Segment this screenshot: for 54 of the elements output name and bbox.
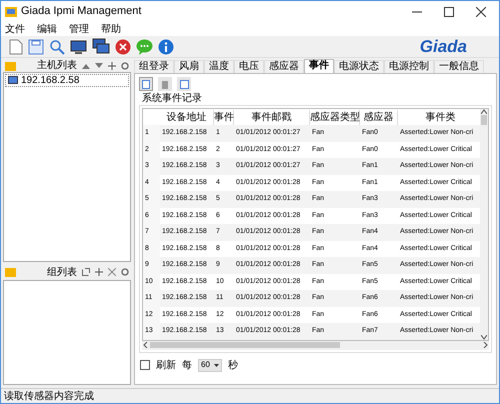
tab[interactable]: 电源状态 bbox=[334, 60, 384, 73]
panel-title: 组列表 bbox=[47, 266, 77, 280]
scroll-left-icon[interactable] bbox=[142, 342, 150, 348]
folder-icon bbox=[5, 60, 16, 70]
new-file-icon[interactable] bbox=[9, 38, 23, 54]
add-icon[interactable] bbox=[95, 268, 103, 276]
scroll-thumb[interactable] bbox=[481, 115, 487, 125]
app-icon bbox=[5, 6, 17, 18]
monitors-icon[interactable] bbox=[92, 38, 110, 55]
menu-item[interactable]: 管理 bbox=[69, 22, 89, 36]
unit-label: 秒 bbox=[228, 358, 238, 372]
scroll-right-icon[interactable] bbox=[481, 342, 489, 348]
tab[interactable]: 事件 bbox=[304, 59, 334, 73]
import-icon[interactable] bbox=[139, 77, 153, 91]
host-item[interactable]: 192.168.2.58 bbox=[5, 74, 129, 87]
tab[interactable]: 风扇 bbox=[174, 60, 204, 73]
tab[interactable]: 一般信息 bbox=[434, 60, 484, 73]
info-icon[interactable] bbox=[158, 38, 174, 54]
refresh-label: 刷新 bbox=[156, 358, 176, 372]
tab[interactable]: 温度 bbox=[204, 60, 234, 73]
menu-item[interactable]: 文件 bbox=[5, 22, 25, 36]
save-icon[interactable] bbox=[28, 38, 44, 54]
scroll-thumb[interactable] bbox=[150, 342, 340, 348]
group-box-title: 系统事件记录 bbox=[142, 93, 203, 105]
interval-dropdown[interactable]: 60 bbox=[198, 358, 222, 372]
monitor-icon[interactable] bbox=[70, 38, 87, 54]
delete-icon[interactable] bbox=[108, 268, 116, 276]
tab[interactable]: 电源控制 bbox=[384, 60, 434, 73]
save-icon[interactable] bbox=[177, 77, 191, 91]
add-icon[interactable] bbox=[108, 62, 116, 70]
refresh-icon[interactable] bbox=[121, 268, 129, 276]
panel-title: 主机列表 bbox=[37, 58, 77, 73]
scroll-up-icon[interactable] bbox=[481, 109, 487, 114]
menu-item[interactable]: 帮助 bbox=[101, 22, 121, 36]
folder-icon bbox=[5, 267, 16, 277]
refresh-icon[interactable] bbox=[121, 62, 129, 70]
monitor-icon bbox=[8, 76, 18, 85]
export-icon[interactable] bbox=[82, 268, 90, 276]
vertical-scrollbar[interactable] bbox=[480, 109, 488, 340]
status-text: 读取传感器内容完成 bbox=[4, 390, 94, 404]
tab[interactable]: 电压 bbox=[234, 60, 264, 73]
window-title: Giada Ipmi Management bbox=[21, 4, 142, 20]
tab[interactable]: 感应器 bbox=[264, 60, 304, 73]
refresh-checkbox[interactable] bbox=[140, 360, 150, 370]
move-up-icon[interactable] bbox=[82, 62, 90, 68]
search-icon[interactable] bbox=[49, 38, 65, 54]
scroll-down-icon[interactable] bbox=[481, 334, 487, 340]
every-label: 每 bbox=[182, 358, 192, 372]
menu-item[interactable]: 编辑 bbox=[37, 22, 57, 36]
error-icon[interactable] bbox=[115, 38, 131, 54]
logo: Giada bbox=[420, 36, 467, 58]
move-down-icon[interactable] bbox=[95, 62, 103, 68]
caret-icon bbox=[214, 364, 219, 366]
tab[interactable]: 组登录 bbox=[134, 60, 174, 73]
